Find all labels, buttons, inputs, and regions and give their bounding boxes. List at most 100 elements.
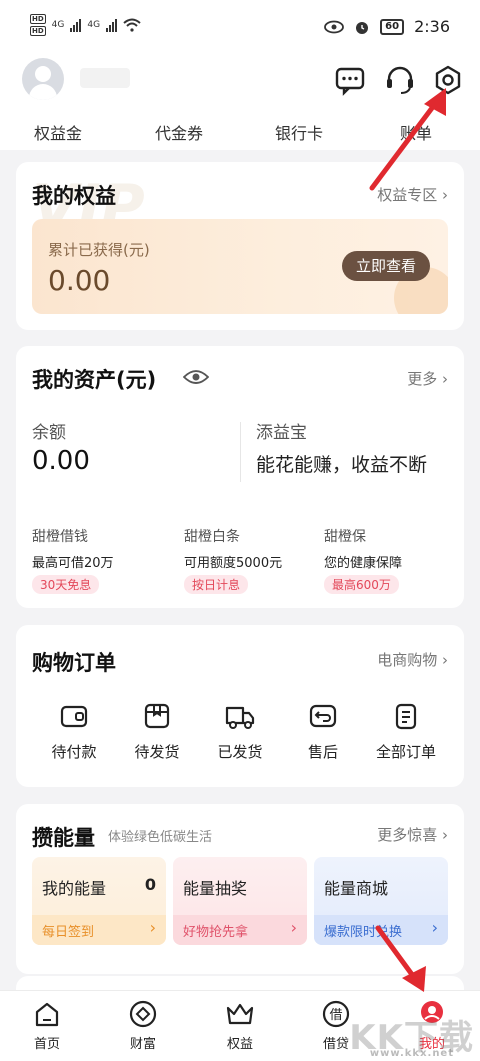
energy-tile-lottery[interactable]: 能量抽奖 好物抢先拿 › [173,857,307,945]
loan-tag: 最高600万 [324,575,399,594]
tile-footer: 每日签到 [42,925,95,940]
loan-tag: 按日计息 [184,575,249,594]
loan-glyph: 借 [329,1008,342,1023]
eye-icon[interactable] [183,368,209,386]
battery-indicator: 60 [380,18,405,35]
rights-title: 我的权益 [32,184,116,208]
assets-card: 我的资产(元) 更多 › 余额 0.00 添益宝 能花能赚，收益不断 甜橙借钱 … [16,346,464,608]
tab-home[interactable]: 首页 [12,999,82,1052]
earned-label: 累计已获得(元) [48,241,150,259]
username-redacted [80,68,130,88]
energy-subtitle: 体验绿色低碳生活 [108,830,213,845]
balance-value[interactable]: 0.00 [32,446,90,476]
loan-subtitle: 可用额度5000元 [184,556,283,571]
order-label: 待付款 [51,743,97,761]
tile-footer: 好物抢先拿 [183,925,249,940]
view-now-button[interactable]: 立即查看 [342,251,430,281]
balance-label: 余额 [32,423,66,443]
hd-icon: HD [30,26,46,36]
nav-rights-fund[interactable]: 权益金 [34,120,82,144]
loan-subtitle: 最高可借20万 [32,556,114,571]
order-pending-payment[interactable]: 待付款 [34,701,114,762]
customer-service-icon[interactable] [384,64,416,96]
chevron-right-icon: › [149,918,156,937]
loan-tag: 30天免息 [32,575,100,594]
order-after-sales[interactable]: 售后 [283,701,363,762]
loan-product[interactable]: 甜橙借钱 最高可借20万 30天免息 [32,526,114,594]
earned-value: 0.00 [48,264,111,297]
loan-subtitle: 您的健康保障 [324,556,403,571]
tab-wealth[interactable]: 财富 [108,999,178,1052]
settings-icon[interactable] [432,64,464,96]
loan-name: 甜橙白条 [184,529,240,545]
status-right: 60 2:36 [324,17,450,36]
nav-bills[interactable]: 账单 [400,120,432,144]
tab-label: 权益 [226,1037,253,1052]
hd-icon: HD [30,14,46,24]
energy-card: 攒能量 体验绿色低碳生活 更多惊喜 › 我的能量 0 每日签到 › 能量抽奖 好… [16,804,464,974]
tile-title: 我的能量 [42,879,107,898]
order-label: 待发货 [134,743,180,761]
rights-zone-link[interactable]: 权益专区 › [377,184,448,205]
signal-icon [106,18,118,32]
order-label: 已发货 [217,743,263,761]
ecommerce-link[interactable]: 电商购物 › [377,649,448,670]
order-label: 全部订单 [375,743,436,761]
loan-icon: 借 [322,1000,350,1028]
more-surprises-link[interactable]: 更多惊喜 › [377,824,448,845]
network-4g-label: 4G [51,20,65,30]
tab-label: 首页 [33,1037,60,1052]
energy-count: 0 [144,875,156,894]
eye-comfort-icon [324,20,345,33]
rights-summary[interactable]: 累计已获得(元) 0.00 立即查看 [32,219,448,314]
avatar[interactable] [22,58,64,100]
nav-bank-cards[interactable]: 银行卡 [275,120,323,144]
home-icon [35,1002,59,1027]
energy-title: 攒能量 [32,826,95,850]
divider [240,422,241,482]
status-left: HD HD 4G 4G [30,14,141,36]
order-label: 售后 [307,743,338,761]
wifi-icon [123,18,141,32]
order-shipped[interactable]: 已发货 [200,701,280,762]
clock-time: 2:36 [414,17,450,36]
assets-more-link[interactable]: 更多 › [407,368,448,389]
loan-product[interactable]: 甜橙白条 可用额度5000元 按日计息 [184,526,282,594]
message-icon[interactable] [334,64,366,96]
profile-header [0,58,480,114]
assets-title: 我的资产(元) [32,368,157,392]
orders-title: 购物订单 [32,651,116,675]
orders-card: 购物订单 电商购物 › 待付款 待发货 已发货 售后 全部订单 [16,625,464,787]
site-watermark: KK下载 www.kkx.net [349,1018,474,1059]
network-4g-label: 4G [87,20,101,30]
return-icon [309,704,337,728]
order-pending-shipment[interactable]: 待发货 [117,701,197,762]
rights-card: VIP 我的权益 权益专区 › 累计已获得(元) 0.00 立即查看 [16,162,464,330]
loan-name: 甜橙借钱 [32,529,88,545]
order-all[interactable]: 全部订单 [366,701,446,762]
alarm-icon [356,21,369,34]
tile-footer: 爆款限时兑换 [324,925,403,940]
chevron-right-icon: › [290,918,297,937]
package-icon [144,703,170,729]
status-bar: HD HD 4G 4G 60 2:36 [0,0,480,58]
loan-name: 甜橙保 [324,529,366,545]
wealth-icon [129,1000,157,1028]
tile-title: 能量抽奖 [183,879,248,898]
clipboard-icon [395,703,417,730]
wallet-icon [60,705,88,728]
energy-tile-my-energy[interactable]: 我的能量 0 每日签到 › [32,857,166,945]
truck-icon [225,706,255,729]
chevron-right-icon: › [431,918,438,937]
loan-product[interactable]: 甜橙保 您的健康保障 最高600万 [324,526,402,594]
nav-vouchers[interactable]: 代金券 [155,120,203,144]
crown-icon [226,1003,254,1025]
fund-label: 添益宝 [256,423,307,443]
quick-nav: 权益金 代金券 银行卡 账单 [0,114,480,150]
energy-tile-mall[interactable]: 能量商城 爆款限时兑换 › [314,857,448,945]
fund-description[interactable]: 能花能赚，收益不断 [256,450,427,477]
tab-label: 财富 [129,1037,156,1052]
tab-rights[interactable]: 权益 [205,999,275,1052]
tile-title: 能量商城 [324,879,389,898]
signal-icon [70,18,82,32]
